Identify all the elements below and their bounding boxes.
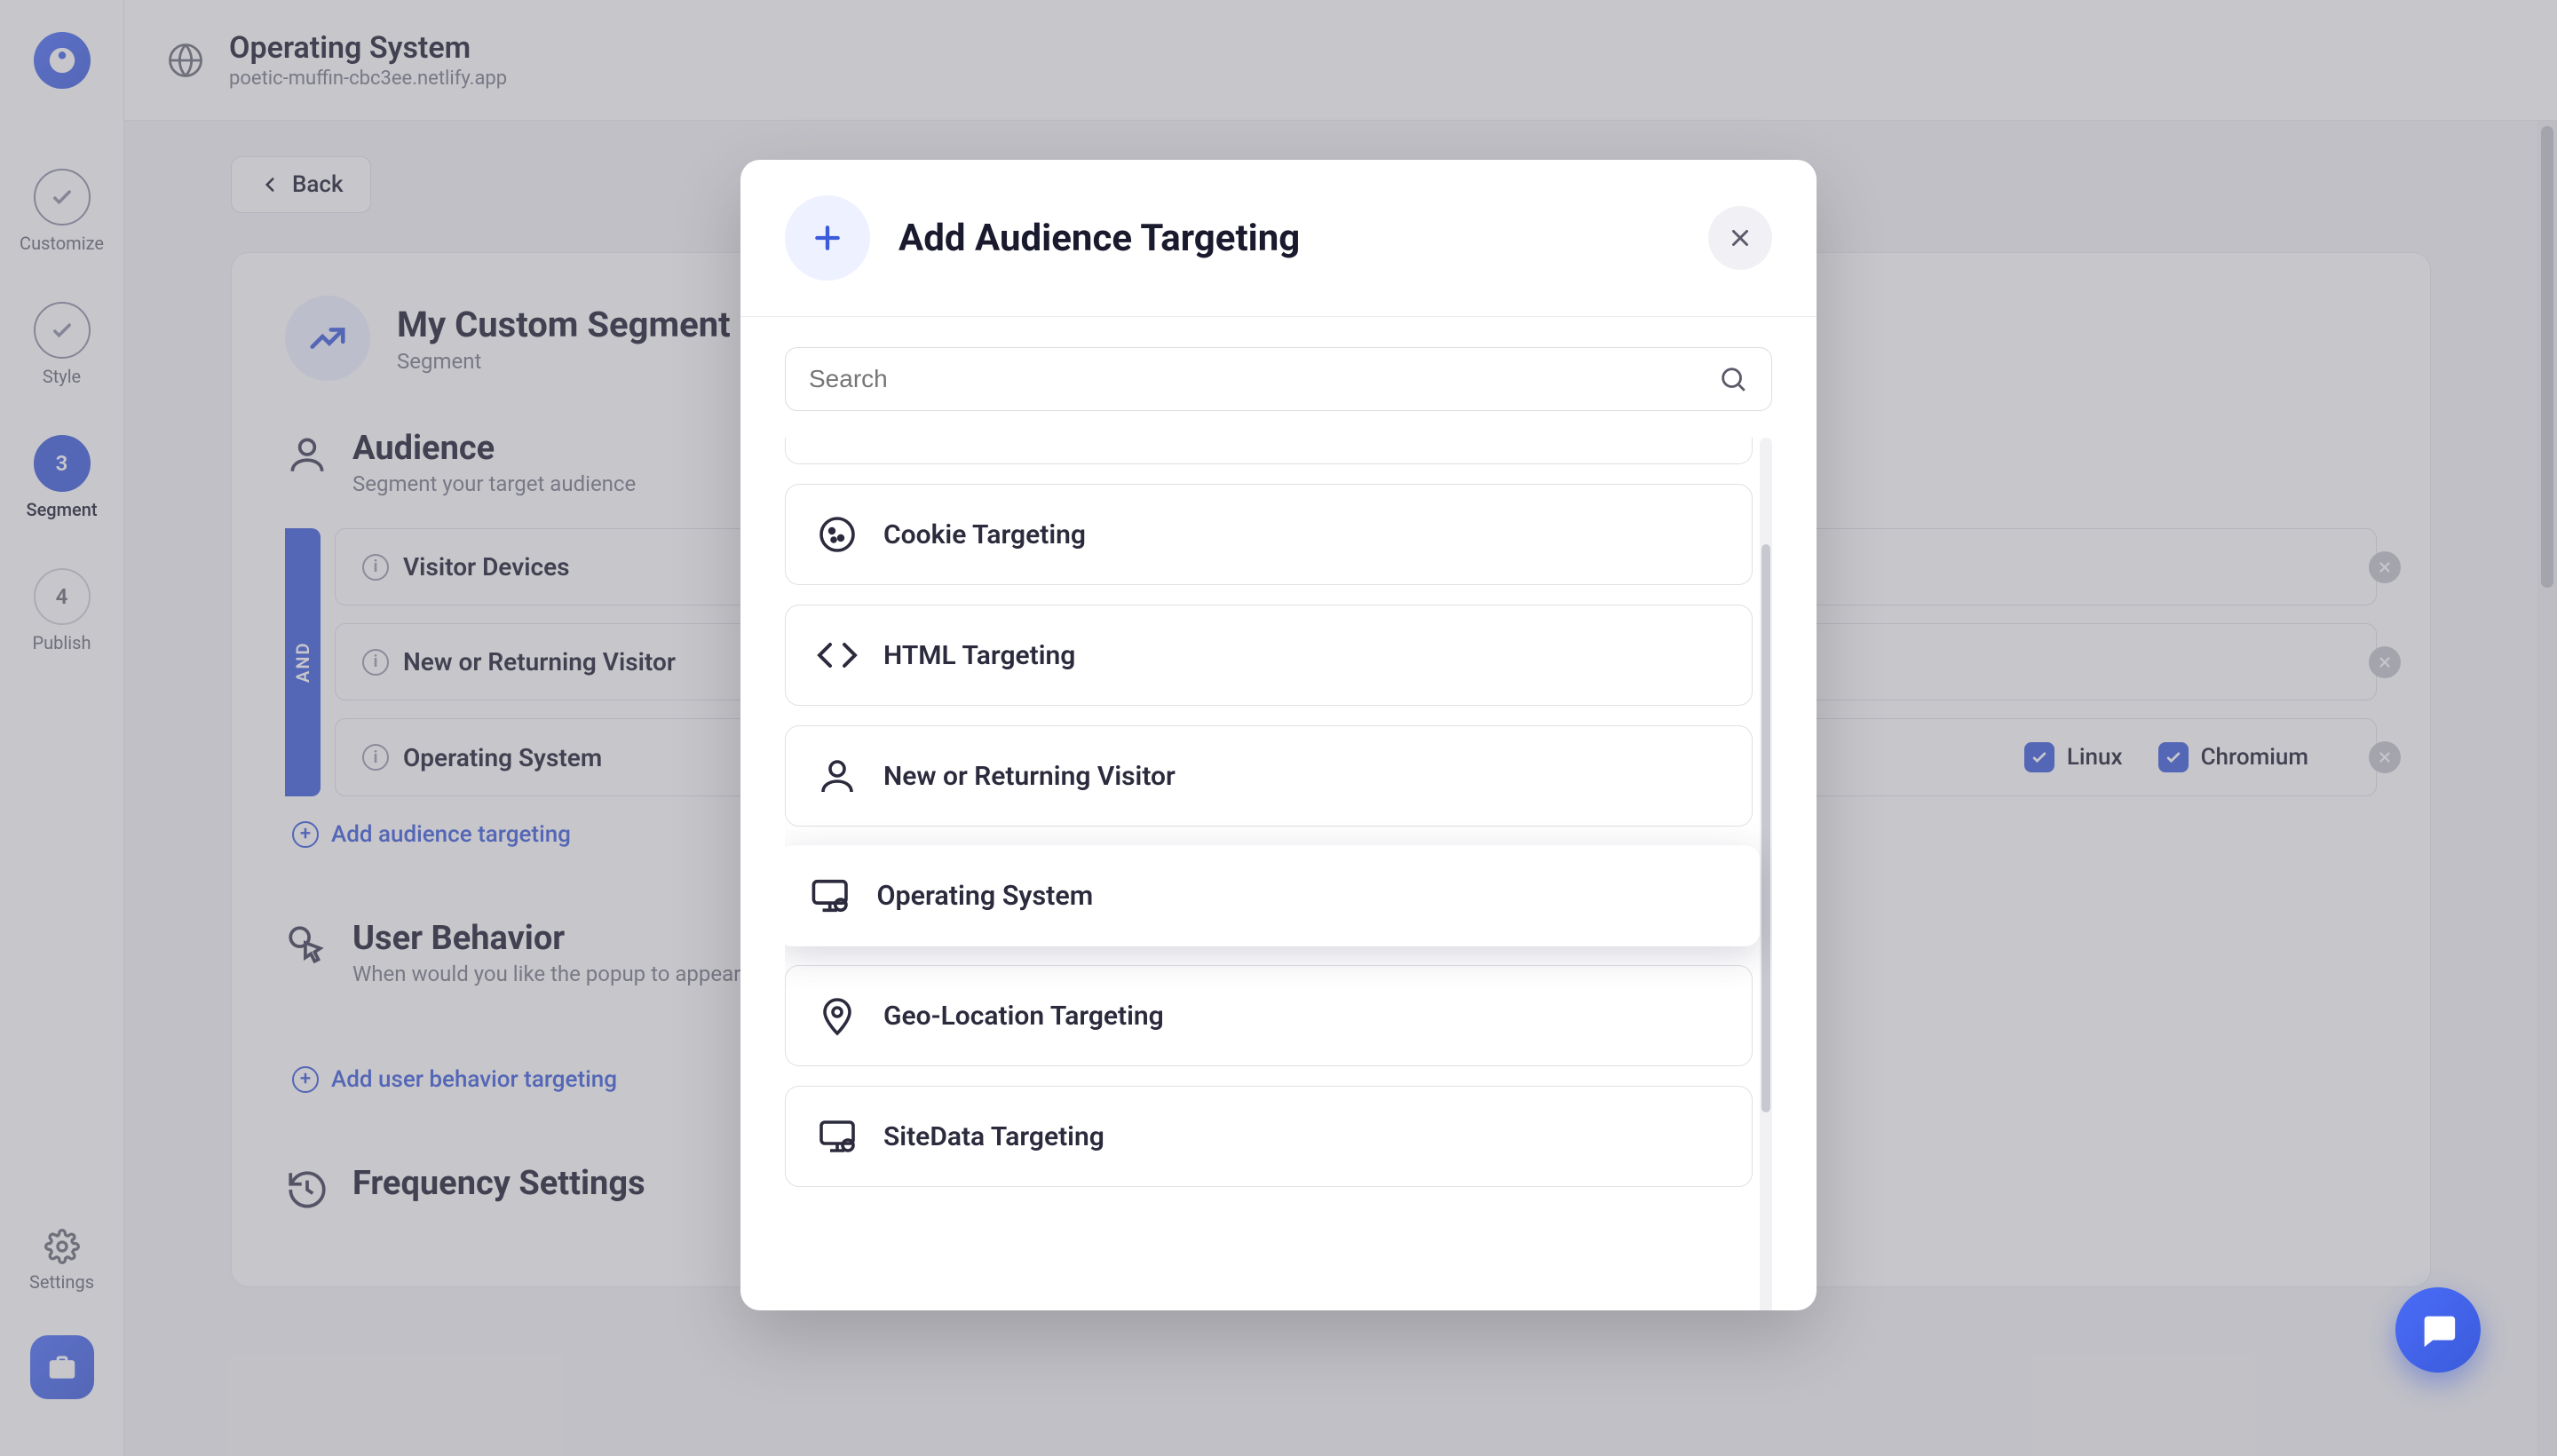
plus-icon xyxy=(810,220,845,256)
option-operating-system[interactable]: Operating System xyxy=(785,845,1760,946)
modal-scrollbar-thumb[interactable] xyxy=(1761,544,1770,1112)
option-label: Operating System xyxy=(876,880,1093,912)
device-gear-icon xyxy=(808,874,851,918)
chat-launcher[interactable] xyxy=(2395,1287,2481,1373)
option-label: HTML Targeting xyxy=(883,640,1075,671)
modal-scrollbar[interactable] xyxy=(1760,438,1772,1310)
modal-title: Add Audience Targeting xyxy=(899,217,1300,260)
option-label: SiteData Targeting xyxy=(883,1121,1104,1152)
modal-plus-badge xyxy=(785,195,870,281)
option-label: Cookie Targeting xyxy=(883,519,1086,550)
option-sitedata-targeting[interactable]: SiteData Targeting xyxy=(785,1086,1753,1187)
pin-icon xyxy=(816,994,859,1037)
close-icon xyxy=(1727,225,1753,251)
search-input[interactable] xyxy=(809,365,1718,393)
option-cookie-targeting[interactable]: Cookie Targeting xyxy=(785,484,1753,585)
option-new-or-returning[interactable]: New or Returning Visitor xyxy=(785,725,1753,827)
option-label: Geo-Location Targeting xyxy=(883,1001,1164,1032)
code-icon xyxy=(816,634,859,677)
search-input-wrapper[interactable] xyxy=(785,347,1772,411)
device-gear-icon xyxy=(816,1115,859,1158)
cookie-icon xyxy=(816,513,859,556)
option-partial-top xyxy=(785,438,1753,464)
chat-icon xyxy=(2418,1310,2458,1350)
option-html-targeting[interactable]: HTML Targeting xyxy=(785,605,1753,706)
add-targeting-modal: Add Audience Targeting Cookie Targeting xyxy=(740,160,1817,1310)
option-label: New or Returning Visitor xyxy=(883,761,1176,792)
person-icon xyxy=(816,755,859,797)
search-icon xyxy=(1718,364,1748,394)
option-geo-location[interactable]: Geo-Location Targeting xyxy=(785,965,1753,1066)
modal-close-button[interactable] xyxy=(1708,206,1772,270)
